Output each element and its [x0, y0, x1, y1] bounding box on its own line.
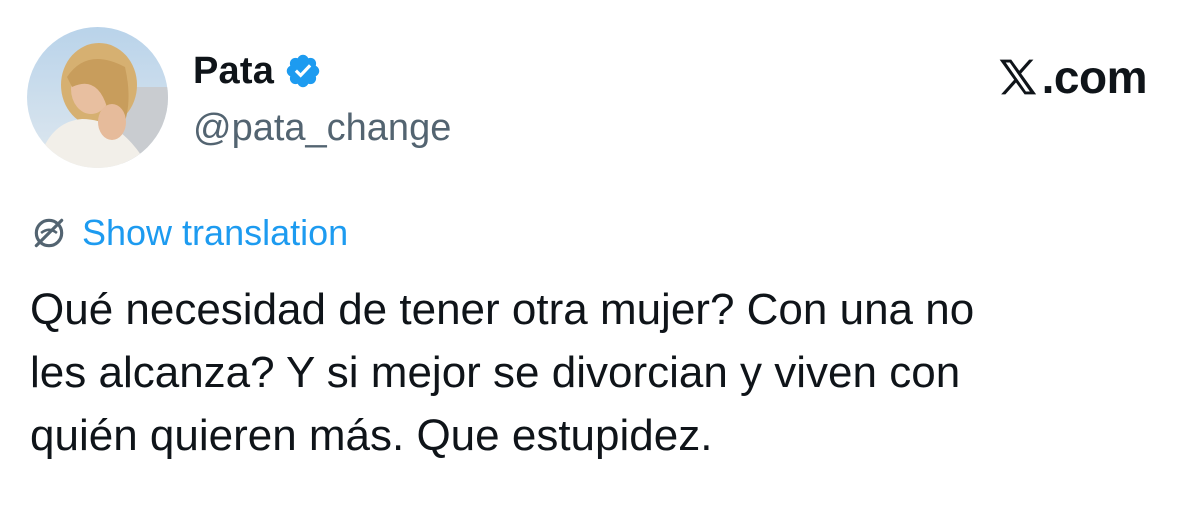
site-brand: .com	[996, 51, 1148, 103]
show-translation-link[interactable]: Show translation	[82, 212, 348, 254]
translation-row[interactable]: Show translation	[30, 210, 348, 256]
verified-badge-icon	[286, 54, 320, 88]
author-display-name[interactable]: Pata	[193, 50, 274, 93]
globe-strike-icon	[34, 218, 64, 248]
tweet-text: Qué necesidad de tener otra mujer? Con u…	[30, 285, 975, 460]
site-domain: .com	[1041, 51, 1148, 103]
author-handle[interactable]: @pata_change	[193, 107, 451, 150]
author-avatar[interactable]	[27, 27, 168, 168]
author-name-row: Pata	[193, 46, 322, 96]
x-logo-icon	[999, 59, 1036, 95]
